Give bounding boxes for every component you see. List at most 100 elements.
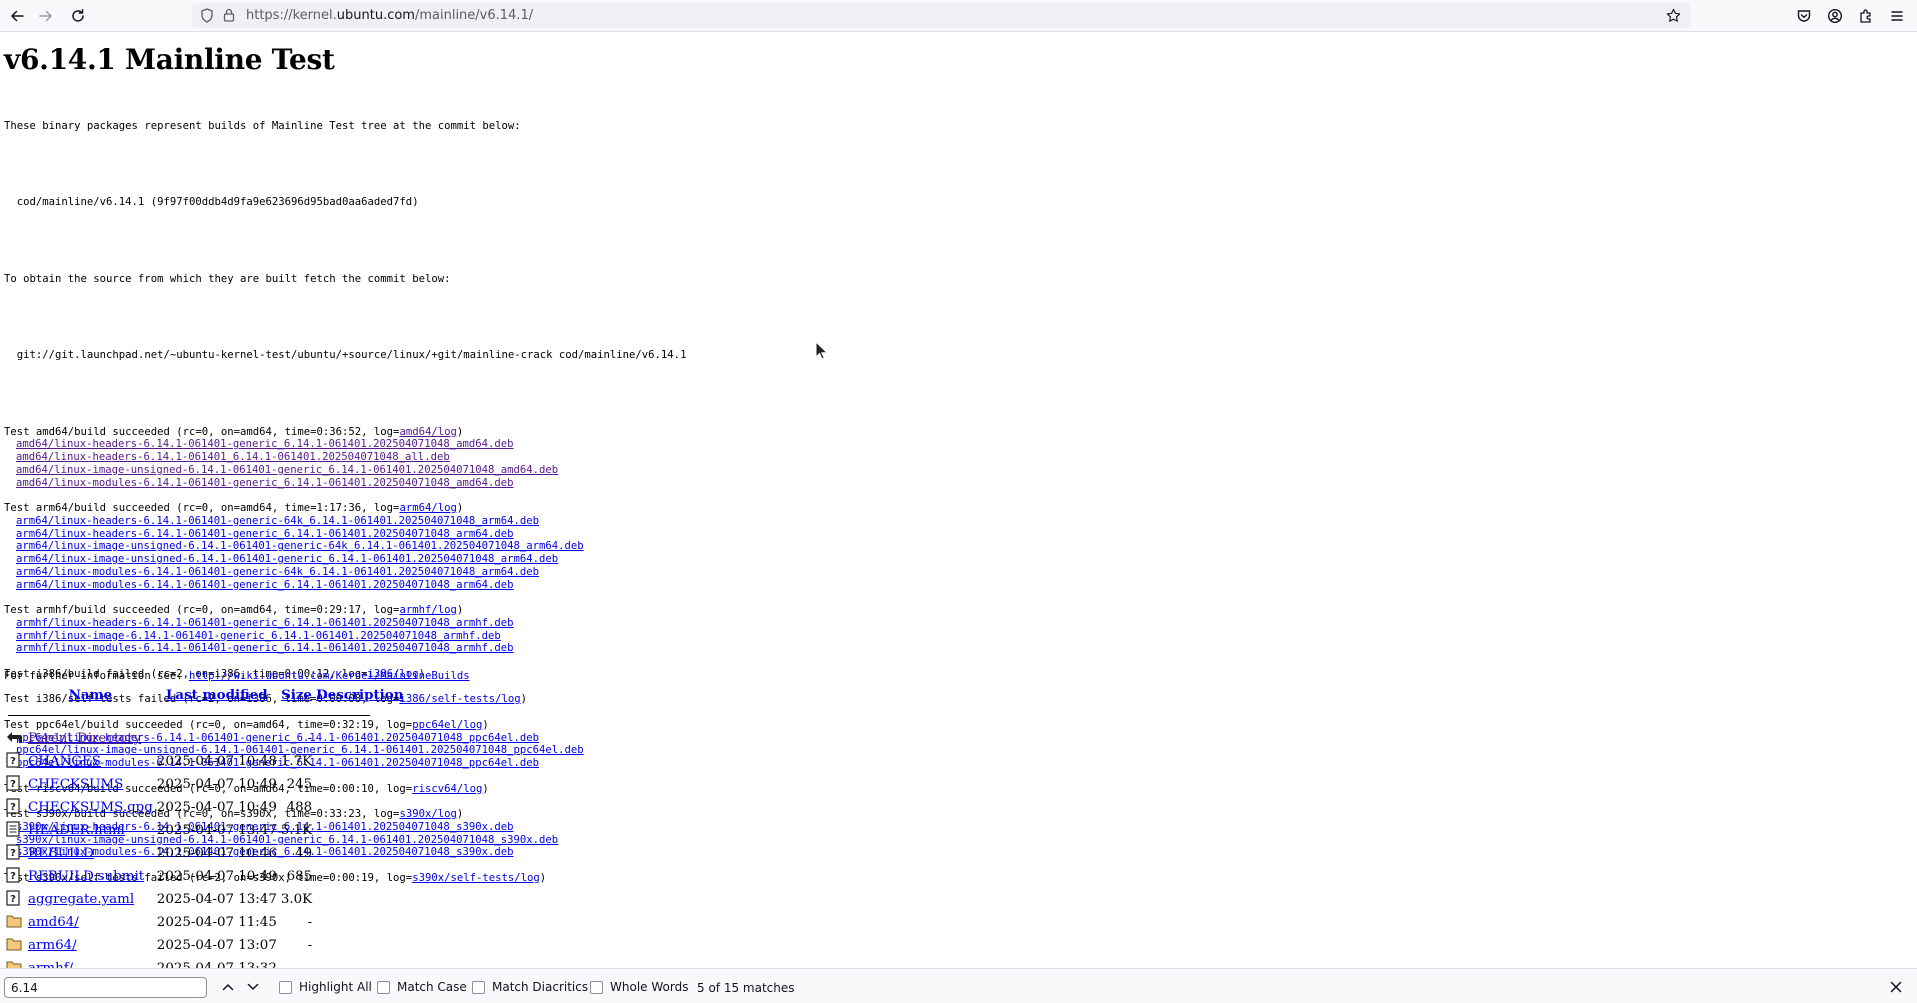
package-link[interactable]: amd64/linux-image-unsigned-6.14.1-061401… [16, 464, 558, 476]
package-link[interactable]: amd64/linux-modules-6.14.1-061401-generi… [16, 477, 513, 489]
last-modified: 2025-04-07 11:45 [156, 915, 277, 930]
file-link[interactable]: CHECKSUMS.gpg [28, 800, 153, 815]
checkbox-box[interactable] [279, 980, 292, 994]
package-link[interactable]: arm64/linux-image-unsigned-6.14.1-061401… [16, 540, 584, 552]
file-link[interactable]: armhf/ [28, 961, 73, 968]
sort-by-description-link[interactable]: Description [316, 687, 403, 703]
last-modified: 2025-04-07 13:32 [155, 957, 279, 968]
package-link[interactable]: arm64/linux-modules-6.14.1-061401-generi… [16, 579, 513, 591]
svg-text:?: ? [10, 756, 16, 767]
find-previous-icon[interactable] [219, 979, 237, 995]
extensions-icon[interactable] [1853, 4, 1879, 28]
package-link[interactable]: armhf/linux-image-6.14.1-061401-generic_… [16, 630, 501, 642]
file-description [314, 819, 405, 842]
log-link[interactable]: riscv64/log [412, 783, 482, 795]
bookmark-star-icon[interactable] [1666, 8, 1681, 28]
package-link[interactable]: armhf/linux-headers-6.14.1-061401-generi… [16, 617, 513, 629]
tracking-protection-icon[interactable] [200, 8, 214, 28]
whole-words-checkbox[interactable]: Whole Words [590, 980, 688, 994]
checkbox-box[interactable] [472, 980, 485, 994]
file-description [314, 773, 405, 796]
lock-icon[interactable] [223, 8, 235, 27]
back-icon[interactable] [4, 4, 30, 28]
svg-text:?: ? [10, 802, 16, 813]
file-link[interactable]: amd64/ [28, 915, 79, 930]
test-result-line: Test amd64/build succeeded (rc=0, on=amd… [4, 425, 464, 438]
listing-row: HEADER.html 2025-04-07 13:47 5.1K [4, 819, 405, 842]
package-link[interactable]: arm64/linux-image-unsigned-6.14.1-061401… [16, 553, 558, 565]
file-link[interactable]: REBUILD.submit [28, 869, 144, 884]
log-link[interactable]: ppc64el/log [412, 719, 482, 731]
last-modified: 2025-04-07 10:46 [156, 846, 277, 861]
file-link[interactable]: CHANGES [28, 754, 101, 769]
header-divider [8, 715, 370, 716]
file-link[interactable]: arm64/ [28, 938, 77, 953]
match-diacritics-checkbox[interactable]: Match Diacritics [472, 980, 588, 994]
modified-column-header[interactable]: Last modified [155, 682, 279, 704]
size-column-header[interactable]: Size [279, 682, 314, 704]
url-bar[interactable]: https://kernel.ubuntu.com/mainline/v6.14… [192, 3, 1690, 28]
last-modified: 2025-04-07 10:49 [156, 777, 277, 792]
description-column-header[interactable]: Description [314, 682, 405, 704]
listing-row: ? CHECKSUMS 2025-04-07 10:49 245 [4, 773, 405, 796]
unknown-file-icon: ? [6, 751, 20, 772]
test-result-text: Test amd64/build succeeded (rc=0, on=amd… [4, 425, 400, 438]
file-size: - [307, 731, 313, 746]
account-icon[interactable] [1822, 4, 1848, 28]
package-link[interactable]: arm64/linux-headers-6.14.1-061401-generi… [16, 515, 539, 527]
log-link[interactable]: s390x/self-tests/log [412, 872, 540, 884]
listing-row: armhf/2025-04-07 13:32- [4, 957, 405, 968]
further-info-label: For further information see: [4, 670, 189, 682]
unknown-file-icon: ? [6, 797, 20, 818]
match-case-label: Match Case [397, 980, 467, 994]
name-column-header[interactable]: Name [26, 682, 155, 704]
file-size: - [307, 915, 313, 930]
log-link[interactable]: i386/self-tests/log [399, 693, 520, 705]
match-case-checkbox[interactable]: Match Case [377, 980, 467, 994]
find-input[interactable] [4, 977, 207, 998]
find-next-icon[interactable] [244, 979, 262, 995]
sort-by-name-link[interactable]: Name [69, 687, 113, 703]
file-link[interactable]: aggregate.yaml [28, 892, 134, 907]
file-link[interactable]: CHECKSUMS [28, 777, 123, 792]
file-link[interactable]: REBUILD [28, 846, 94, 861]
log-link[interactable]: arm64/log [399, 502, 456, 514]
last-modified: 2025-04-07 13:07 [156, 938, 277, 953]
package-link[interactable]: arm64/linux-headers-6.14.1-061401-generi… [16, 528, 513, 540]
file-size: - [307, 938, 313, 953]
package-link[interactable]: arm64/linux-modules-6.14.1-061401-generi… [16, 566, 539, 578]
file-link[interactable]: HEADER.html [28, 823, 125, 838]
file-size: 3.0K [280, 892, 313, 907]
sort-by-modified-link[interactable]: Last modified [166, 687, 268, 703]
package-link[interactable]: amd64/linux-headers-6.14.1-061401-generi… [16, 438, 513, 450]
mainline-builds-link[interactable]: http://wiki.ubuntu.com/Kernel/MainlineBu… [189, 670, 470, 682]
test-result-line: Test armhf/build succeeded (rc=0, on=amd… [4, 604, 464, 616]
pocket-icon[interactable] [1791, 4, 1817, 28]
file-link[interactable]: Parent Directory [28, 731, 141, 746]
match-diacritics-label: Match Diacritics [492, 980, 589, 994]
last-modified: 2025-04-07 13:47 [156, 892, 277, 907]
log-link[interactable]: armhf/log [399, 604, 456, 616]
close-icon[interactable] [1887, 978, 1905, 996]
listing-row: ? REBUILD 2025-04-07 10:46 49 [4, 842, 405, 865]
highlight-all-checkbox[interactable]: Highlight All [279, 980, 372, 994]
listing-row: ? REBUILD.submit 2025-04-07 10:49 685 [4, 865, 405, 888]
forward-icon[interactable] [33, 4, 59, 28]
log-link[interactable]: s390x/log [399, 808, 456, 820]
checkbox-box[interactable] [377, 980, 390, 994]
test-result-text: Test armhf/build succeeded (rc=0, on=amd… [4, 604, 400, 616]
package-link[interactable]: amd64/linux-headers-6.14.1-061401_6.14.1… [16, 451, 450, 463]
menu-icon[interactable] [1884, 4, 1910, 28]
unknown-file-icon: ? [6, 843, 20, 864]
url-text[interactable]: https://kernel.ubuntu.com/mainline/v6.14… [246, 8, 533, 23]
reload-icon[interactable] [65, 4, 91, 28]
file-description [314, 957, 405, 968]
checkbox-box[interactable] [590, 980, 603, 994]
log-link[interactable]: amd64/log [399, 426, 456, 438]
intro-text: These binary packages represent builds o… [4, 119, 521, 132]
file-size: 49 [295, 846, 313, 861]
listing-row: arm64/2025-04-07 13:07 - [4, 934, 405, 957]
package-link[interactable]: armhf/linux-modules-6.14.1-061401-generi… [16, 642, 513, 654]
folder-icon [6, 937, 22, 955]
sort-by-size-link[interactable]: Size [281, 687, 312, 703]
